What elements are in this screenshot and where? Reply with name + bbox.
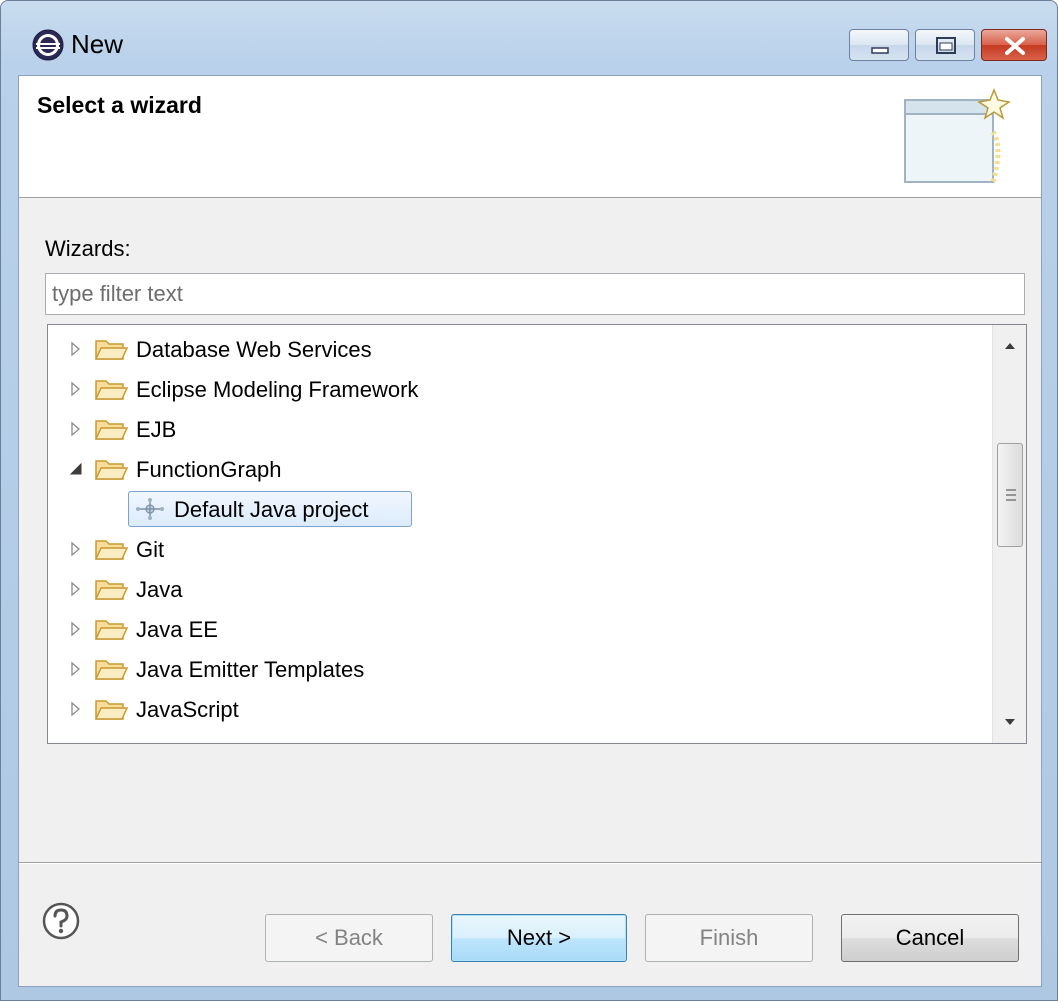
expand-arrow-icon[interactable] — [68, 661, 84, 677]
close-button[interactable] — [981, 29, 1047, 61]
help-icon[interactable] — [41, 901, 81, 941]
window-title: New — [71, 29, 124, 59]
maximize-icon — [936, 37, 956, 54]
tree-item-javascript[interactable]: JavaScript — [48, 689, 988, 729]
wizard-header: Select a wizard — [19, 76, 1041, 198]
expand-arrow-icon[interactable] — [68, 341, 84, 357]
tree-item-ejb[interactable]: EJB — [48, 409, 988, 449]
folder-icon — [94, 340, 128, 360]
expand-arrow-icon[interactable] — [68, 421, 84, 437]
collapse-arrow-icon[interactable] — [68, 461, 84, 477]
finish-button[interactable]: Finish — [645, 914, 813, 962]
java-project-icon — [136, 498, 164, 520]
title-bar[interactable]: New — [1, 1, 1057, 65]
expand-arrow-icon[interactable] — [68, 581, 84, 597]
folder-icon — [94, 660, 128, 680]
grip-icon — [1006, 489, 1016, 501]
folder-icon — [94, 460, 128, 480]
tree-item-git[interactable]: Git — [48, 529, 988, 569]
expand-arrow-icon[interactable] — [68, 541, 84, 557]
folder-icon — [94, 420, 128, 440]
next-button[interactable]: Next > — [451, 914, 627, 962]
expand-arrow-icon[interactable] — [68, 701, 84, 717]
scrollbar-thumb[interactable] — [997, 443, 1023, 547]
dialog-client-area: Select a wizard Wizards: Database Web Se… — [18, 75, 1042, 987]
footer-separator — [19, 862, 1041, 864]
tree-item-database-web-services[interactable]: Database Web Services — [48, 329, 988, 369]
tree-vertical-scrollbar[interactable] — [992, 325, 1026, 743]
folder-icon — [94, 380, 128, 400]
tree-item-java-emitter-templates[interactable]: Java Emitter Templates — [48, 649, 988, 689]
filter-input[interactable] — [45, 273, 1025, 315]
expand-arrow-icon[interactable] — [68, 381, 84, 397]
tree-item-java[interactable]: Java — [48, 569, 988, 609]
minimize-button[interactable] — [849, 29, 909, 61]
expand-arrow-icon[interactable] — [68, 621, 84, 637]
minimize-icon — [871, 47, 889, 54]
wizards-label: Wizards: — [45, 236, 131, 261]
scroll-down-icon[interactable] — [993, 705, 1027, 739]
close-icon — [1005, 37, 1025, 55]
folder-icon — [94, 540, 128, 560]
page-title: Select a wizard — [37, 92, 202, 118]
tree-item-default-java-project[interactable]: Default Java project — [48, 489, 988, 529]
back-button[interactable]: < Back — [265, 914, 433, 962]
tree-item-functiongraph[interactable]: FunctionGraph — [48, 449, 988, 489]
folder-icon — [94, 620, 128, 640]
folder-icon — [94, 580, 128, 600]
cancel-button[interactable]: Cancel — [841, 914, 1019, 962]
maximize-button[interactable] — [915, 29, 975, 61]
wizard-tree[interactable]: Database Web Services Eclipse Modeling F… — [47, 324, 1027, 744]
folder-icon — [94, 700, 128, 720]
tree-item-java-ee[interactable]: Java EE — [48, 609, 988, 649]
scroll-up-icon[interactable] — [993, 329, 1027, 363]
tree-item-eclipse-modeling-framework[interactable]: Eclipse Modeling Framework — [48, 369, 988, 409]
new-wizard-window-icon — [904, 87, 1011, 183]
eclipse-icon — [32, 29, 64, 61]
dialog-window: New Select a wizard Wizards: type filter… — [0, 0, 1058, 1001]
